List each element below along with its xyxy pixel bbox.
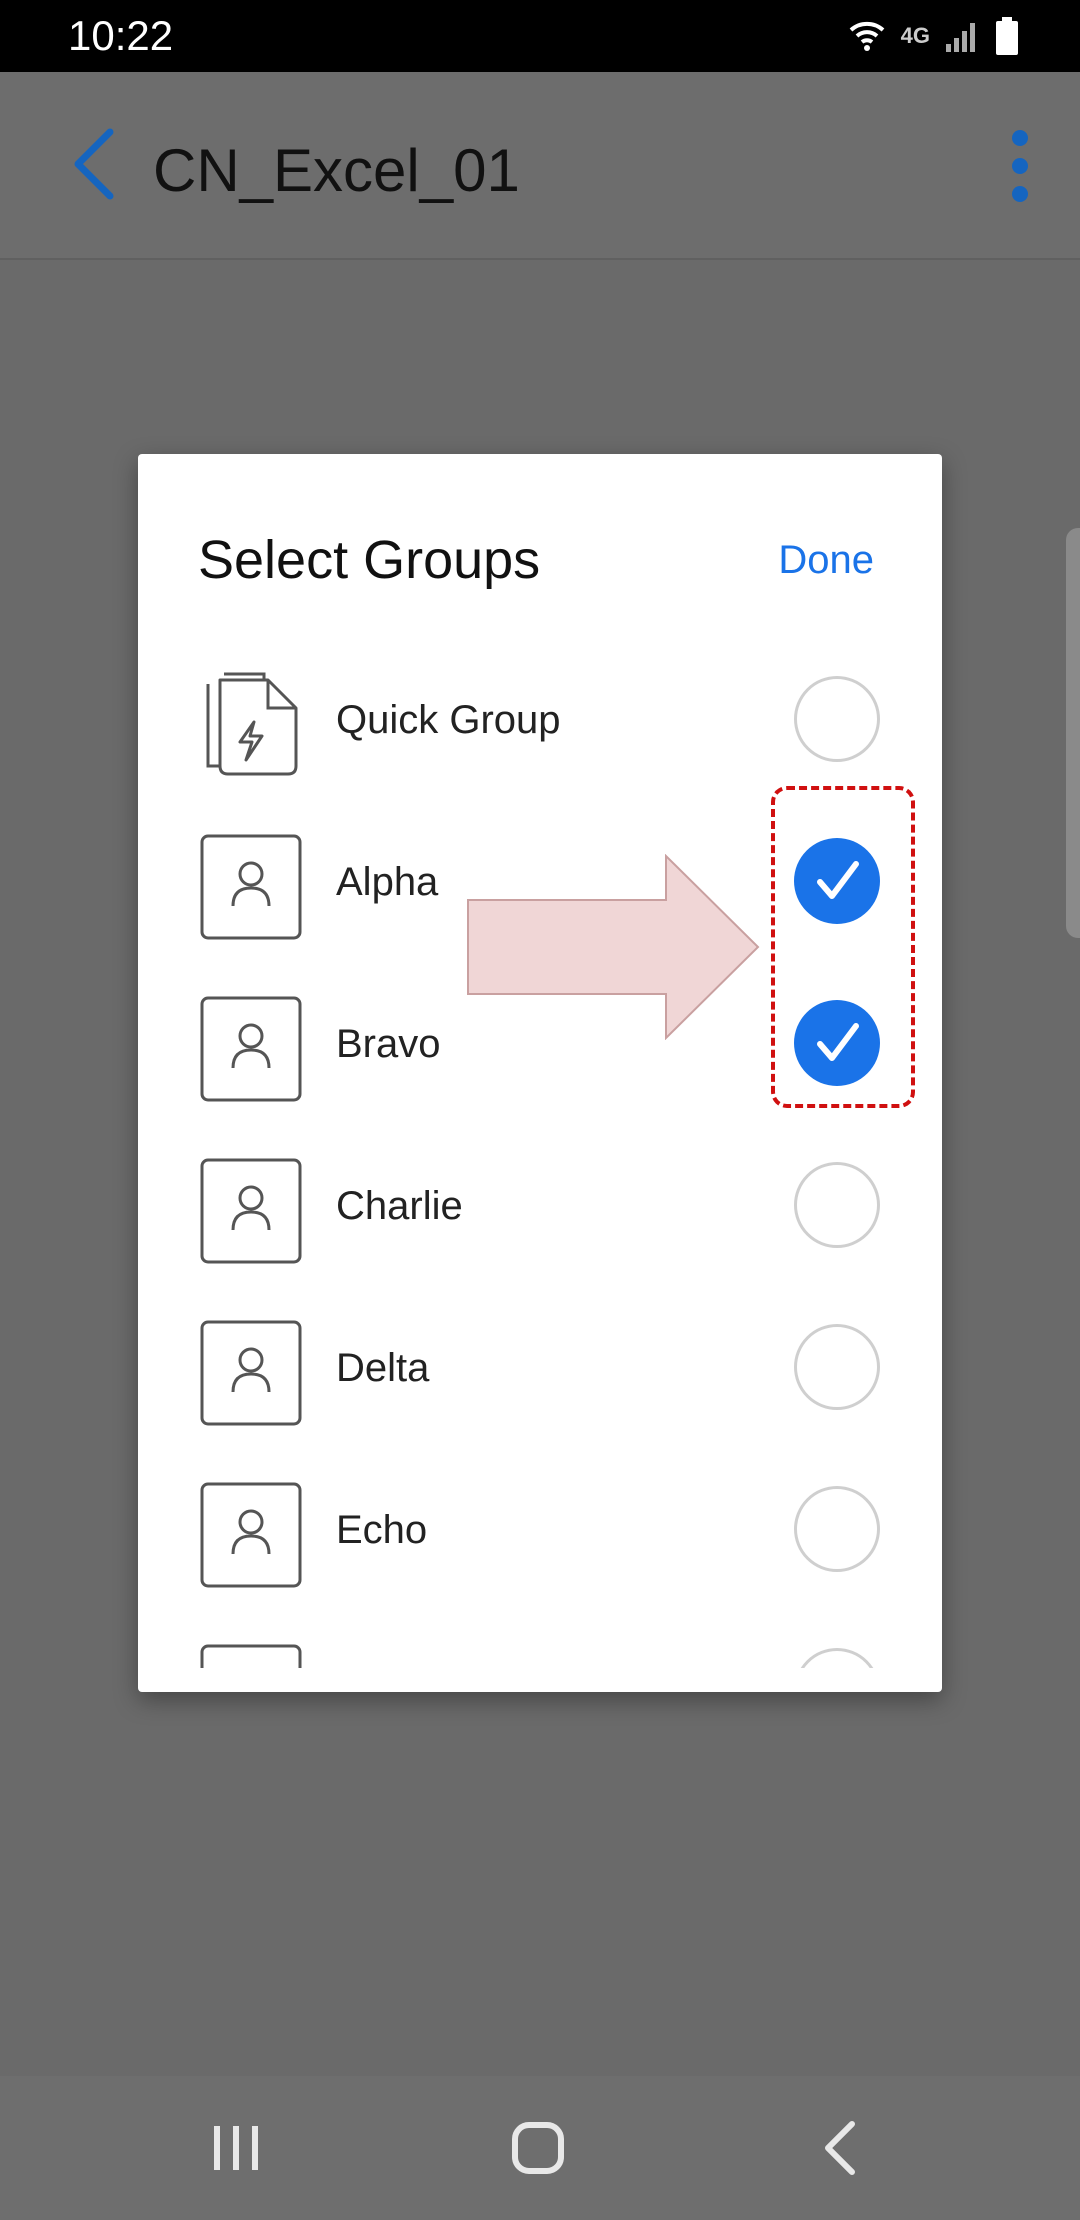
system-nav-bar (0, 2076, 1080, 2220)
radio-partial[interactable] (794, 1648, 880, 1668)
radio-echo[interactable] (794, 1486, 880, 1572)
person-group-icon (200, 994, 302, 1102)
quick-group-icon (200, 670, 302, 778)
back-icon (825, 2121, 855, 2175)
list-item-label: Bravo (336, 1022, 441, 1066)
list-item-quick-group[interactable]: Quick Group (138, 638, 942, 800)
radio-charlie[interactable] (794, 1162, 880, 1248)
battery-icon (996, 17, 1018, 55)
status-time: 10:22 (68, 12, 174, 59)
more-vertical-icon (1012, 130, 1028, 202)
status-icons: 4G (847, 14, 1020, 58)
recent-apps-button[interactable] (196, 2108, 276, 2188)
app-bar: CN_Excel_01 (0, 72, 1080, 260)
person-group-icon (200, 1642, 302, 1668)
done-button[interactable]: Done (778, 534, 874, 586)
scrollbar-handle[interactable] (1066, 528, 1080, 938)
annotation-arrow (467, 854, 760, 1040)
list-item-delta[interactable]: Delta (138, 1286, 942, 1448)
list-item-label: Alpha (336, 860, 439, 904)
back-button[interactable] (60, 124, 130, 204)
system-back-button[interactable] (802, 2108, 882, 2188)
page-title: CN_Excel_01 (153, 137, 520, 204)
home-icon (512, 2122, 564, 2174)
person-group-icon (200, 832, 302, 940)
radio-quick-group[interactable] (794, 676, 880, 762)
person-group-icon (200, 1480, 302, 1588)
recent-apps-icon (214, 2126, 258, 2170)
status-bar: 10:22 4G (0, 0, 1080, 72)
dialog-title: Select Groups (198, 530, 541, 590)
list-item-label: Echo (336, 1508, 428, 1552)
highlight-box (771, 786, 915, 1108)
list-item-label: Delta (336, 1346, 430, 1390)
home-button[interactable] (498, 2108, 578, 2188)
list-item-label: Charlie (336, 1184, 463, 1228)
person-group-icon (200, 1318, 302, 1426)
4g-lte-icon: 4G (900, 23, 930, 48)
list-item-partial[interactable] (138, 1610, 942, 1668)
list-item-charlie[interactable]: Charlie (138, 1124, 942, 1286)
chevron-left-icon (74, 128, 114, 200)
list-item-echo[interactable]: Echo (138, 1448, 942, 1610)
more-options-button[interactable] (990, 124, 1050, 208)
list-item-label: Quick Group (336, 698, 561, 742)
radio-delta[interactable] (794, 1324, 880, 1410)
person-group-icon (200, 1156, 302, 1264)
signal-icon (946, 23, 975, 52)
wifi-icon (849, 21, 884, 51)
